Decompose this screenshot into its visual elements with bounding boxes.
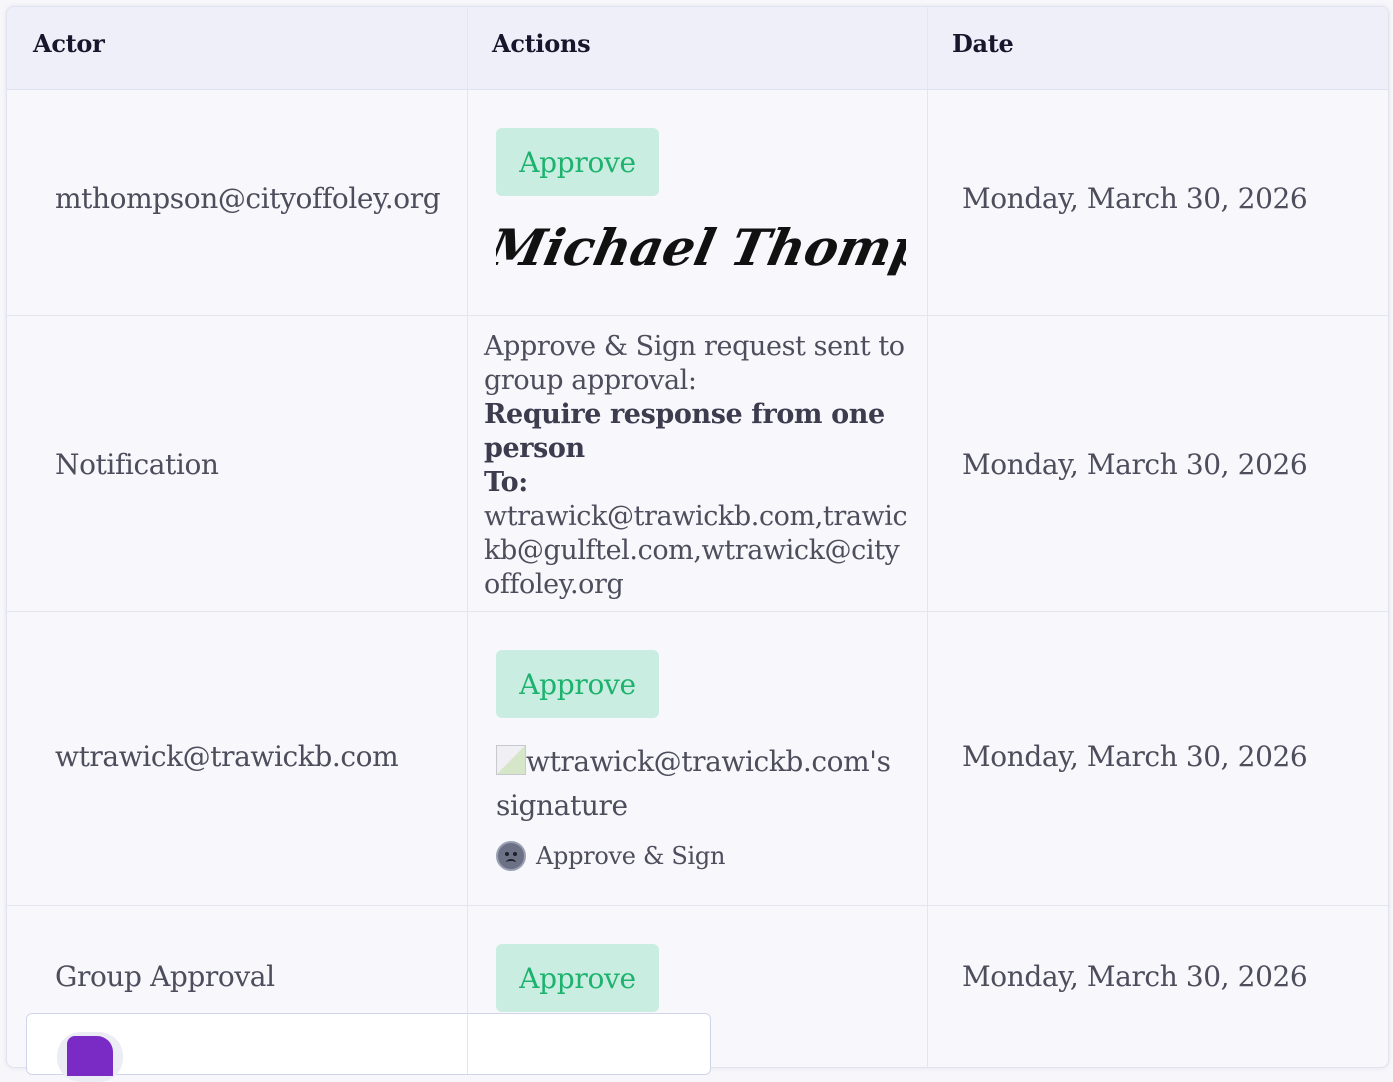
actor-cell: mthompson@cityoffoley.org — [7, 90, 468, 315]
actions-cell: Approve & Sign request sent to group app… — [468, 316, 928, 611]
actions-cell: Approve wtrawick@trawickb.com's signatur… — [468, 612, 928, 905]
approval-method-label: Approve & Sign — [536, 842, 726, 870]
notification-recipients: wtrawick@trawickb.com,trawickb@gulftel.c… — [484, 501, 908, 600]
column-header-date: Date — [952, 29, 1014, 58]
approve-button[interactable]: Approve — [496, 128, 659, 196]
approval-method: Approve & Sign — [496, 840, 725, 872]
actions-cell: Approve Michael Thompson — [468, 90, 928, 315]
signature-image-placeholder: wtrawick@trawickb.com's signature — [496, 740, 896, 828]
date-text: Monday, March 30, 2026 — [962, 448, 1308, 481]
notification-requirement: Require response from one person — [484, 399, 885, 464]
actor-email: mthompson@cityoffoley.org — [55, 182, 441, 215]
table-row: Notification Approve & Sign request sent… — [7, 316, 1388, 612]
broken-image-icon — [496, 745, 526, 775]
table-row: mthompson@cityoffoley.org Approve Michae… — [7, 90, 1388, 316]
column-header-actions: Actions — [492, 29, 591, 58]
header-cell-actor: Actor — [7, 7, 468, 89]
signature-text: Michael Thompson — [496, 219, 906, 277]
column-header-actor: Actor — [33, 29, 105, 58]
sad-face-icon — [496, 841, 526, 871]
approve-button[interactable]: Approve — [496, 650, 659, 718]
notification-message: Approve & Sign request sent to group app… — [484, 330, 914, 602]
approve-button[interactable]: Approve — [496, 944, 659, 1012]
activity-table: Actor Actions Date mthompson@cityoffoley… — [6, 6, 1389, 1068]
document-popup-card[interactable] — [26, 1013, 711, 1082]
header-cell-actions: Actions — [468, 7, 928, 89]
date-cell: Monday, March 30, 2026 — [928, 316, 1388, 611]
table-row: wtrawick@trawickb.com Approve wtrawick@t… — [7, 612, 1388, 906]
popup-divider — [467, 1014, 468, 1074]
actor-cell: wtrawick@trawickb.com — [7, 612, 468, 905]
date-text: Monday, March 30, 2026 — [962, 960, 1308, 993]
notification-to-label: To: — [484, 467, 528, 498]
notification-line: Approve & Sign request sent to group app… — [484, 331, 905, 396]
date-text: Monday, March 30, 2026 — [962, 740, 1308, 773]
actor-email: wtrawick@trawickb.com — [55, 740, 399, 773]
table-header-row: Actor Actions Date — [7, 7, 1388, 90]
date-cell: Monday, March 30, 2026 — [928, 612, 1388, 905]
signature-alt-text: wtrawick@trawickb.com's signature — [496, 745, 891, 822]
date-cell: Monday, March 30, 2026 — [928, 90, 1388, 315]
actor-name: Group Approval — [55, 960, 275, 993]
actor-cell: Notification — [7, 316, 468, 611]
actor-name: Notification — [55, 448, 219, 481]
date-text: Monday, March 30, 2026 — [962, 182, 1308, 215]
date-cell: Monday, March 30, 2026 — [928, 906, 1388, 1067]
signature-image: Michael Thompson — [496, 219, 906, 277]
header-cell-date: Date — [928, 7, 1388, 89]
document-icon — [67, 1036, 113, 1076]
